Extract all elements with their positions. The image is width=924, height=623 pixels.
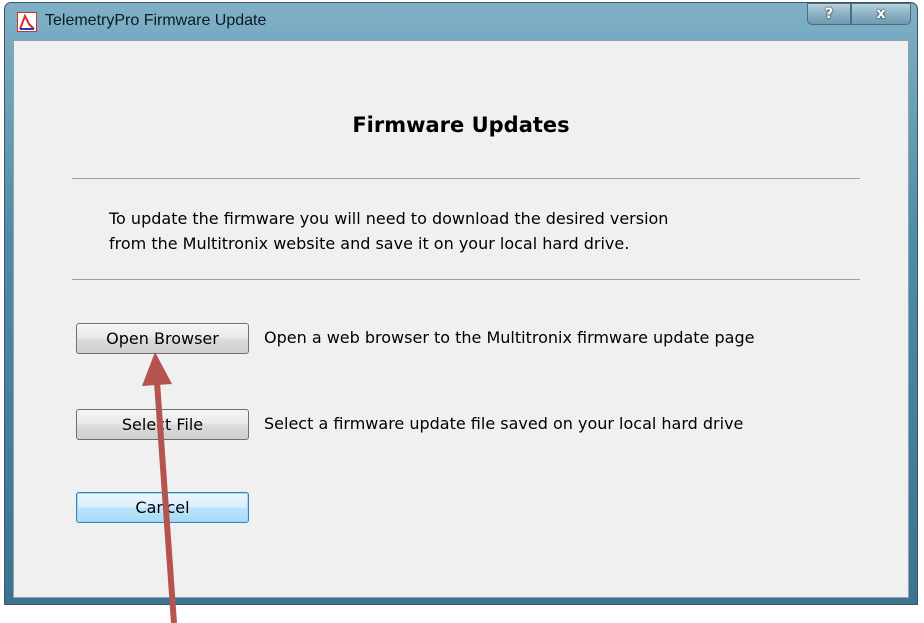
red-arrow-head [142,352,172,386]
red-arrow-annotation [142,352,177,623]
red-arrow-shaft [154,381,177,623]
